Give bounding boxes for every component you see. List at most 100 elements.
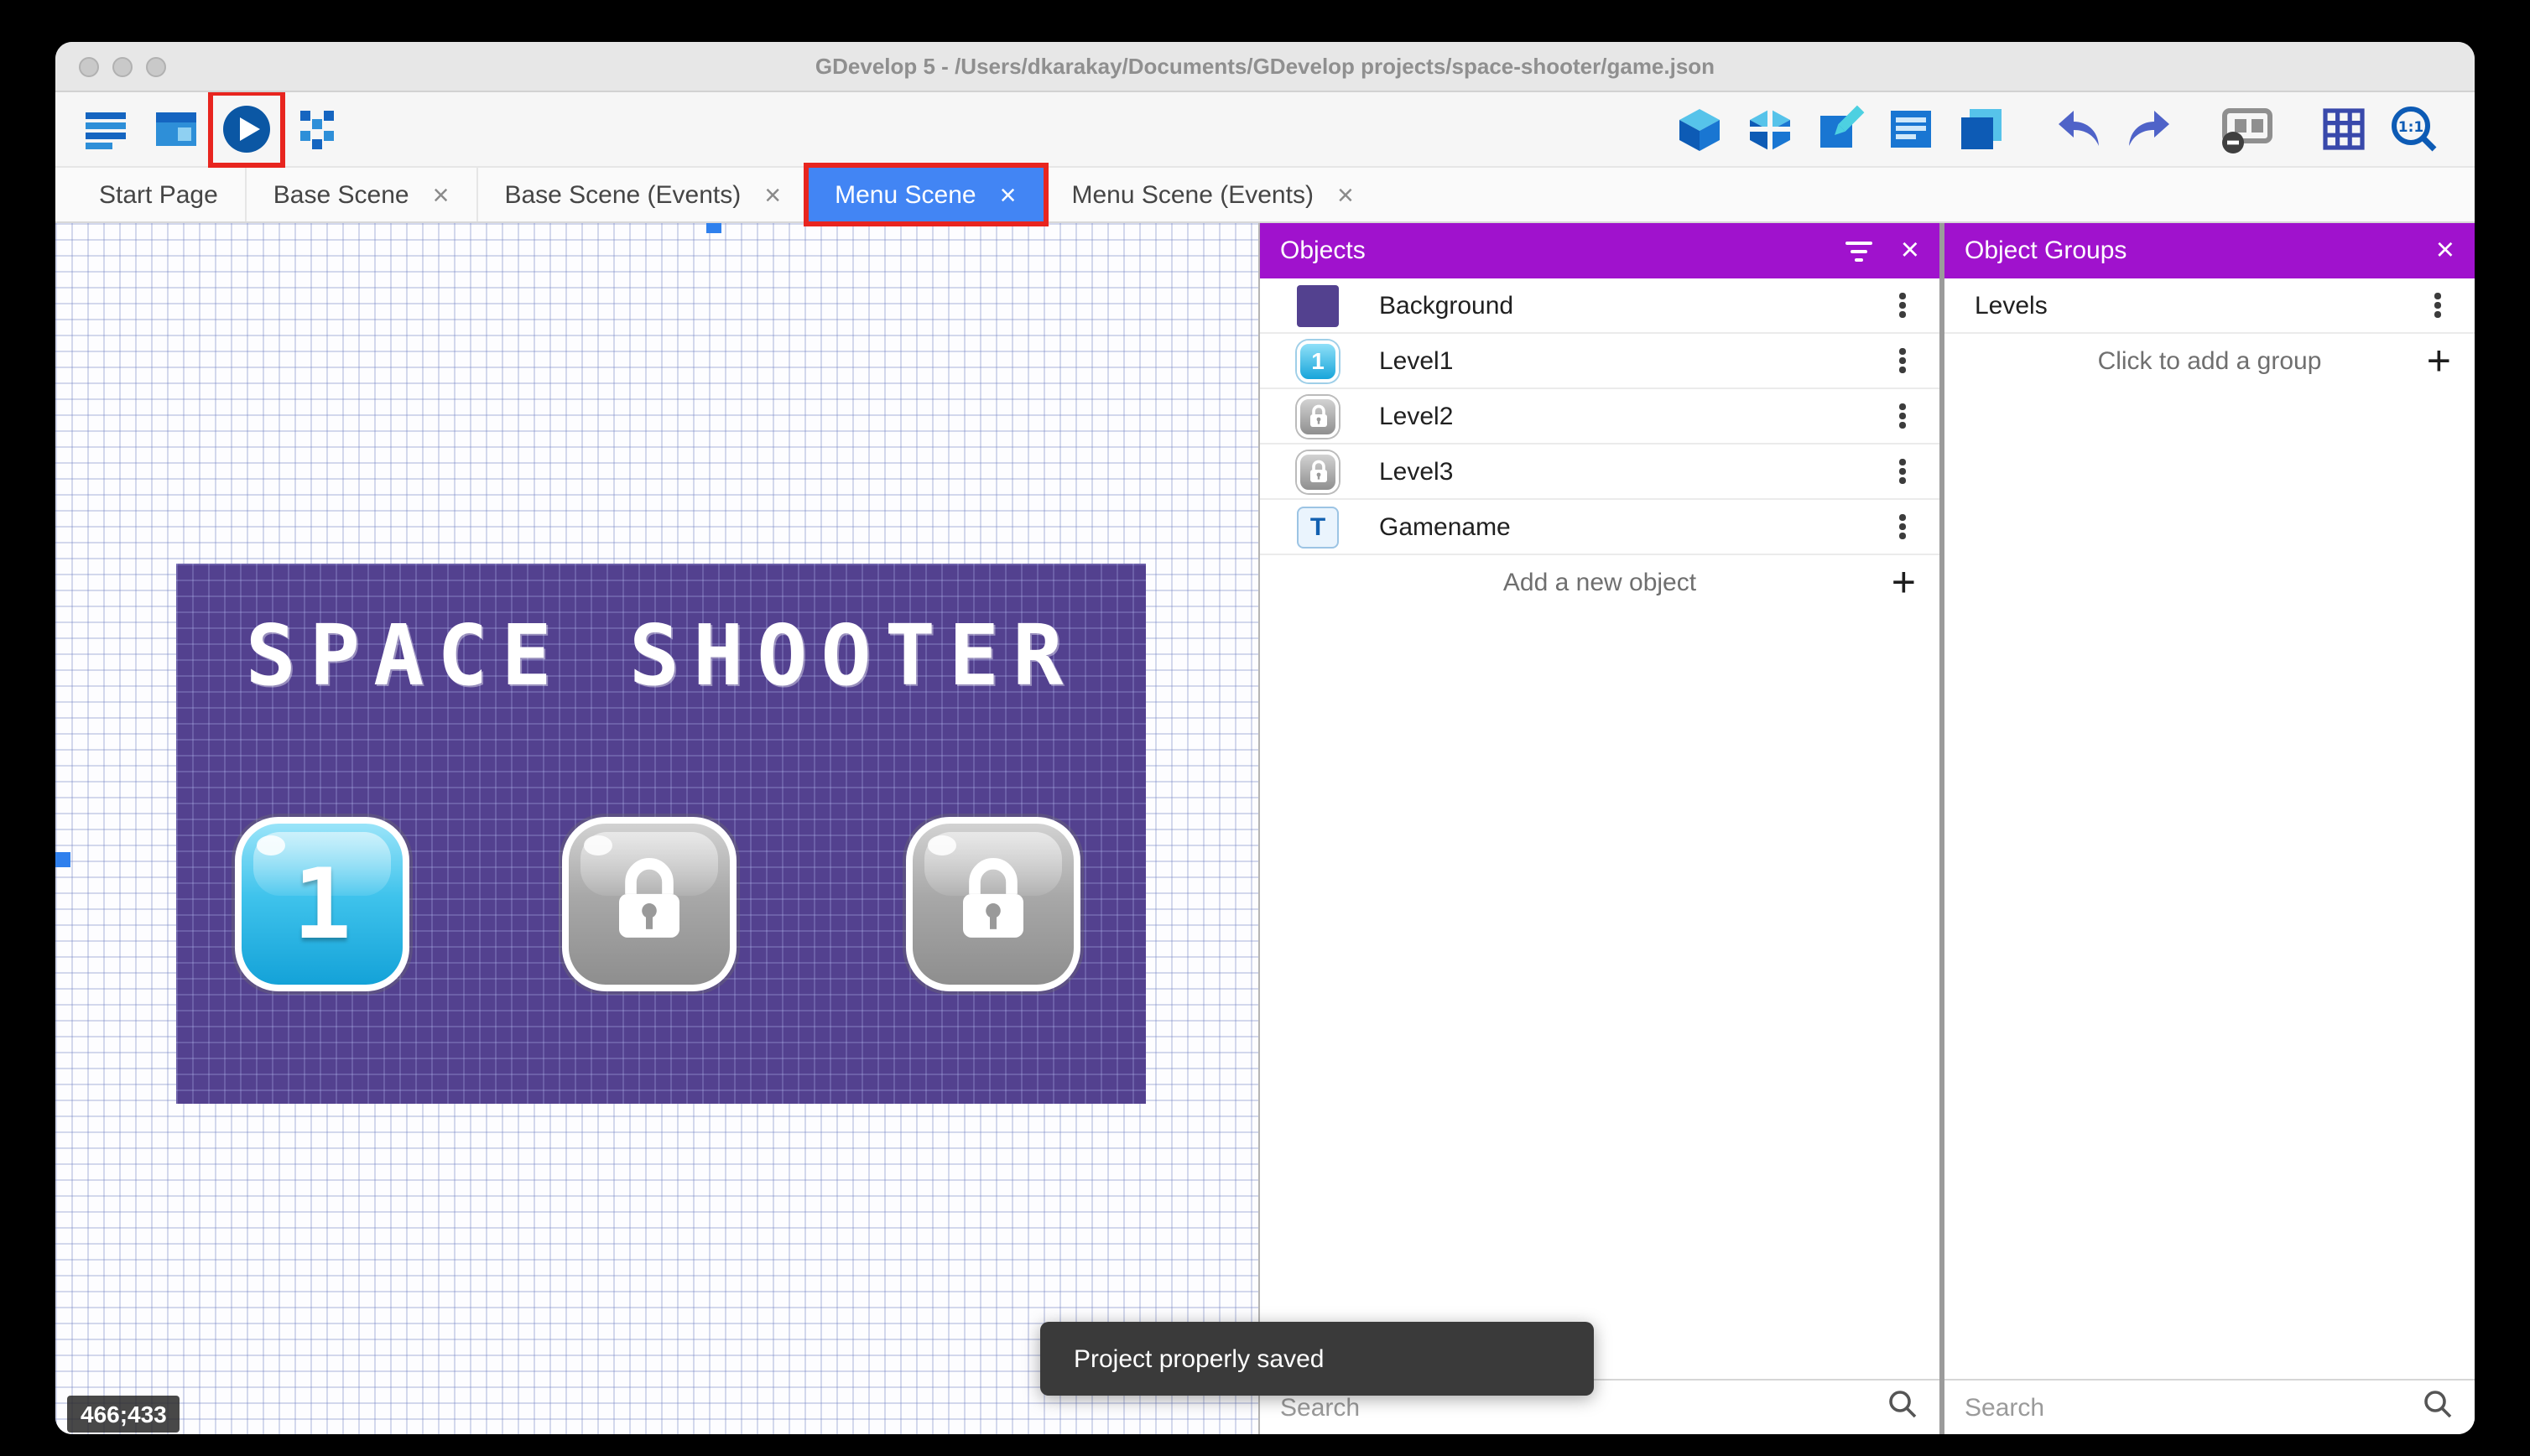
debug-icon[interactable] (287, 99, 347, 159)
object-name: Gamename (1379, 512, 1886, 541)
level3-button-instance[interactable] (906, 817, 1080, 991)
groups-search-bar (1944, 1379, 2475, 1434)
screenshot-stage: GDevelop 5 - /Users/dkarakay/Documents/G… (0, 0, 2530, 1456)
scene-editor-icon[interactable] (146, 99, 206, 159)
tab-base-scene[interactable]: Base Scene × (245, 168, 476, 221)
add-group-button[interactable]: Click to add a group + (1944, 334, 2475, 389)
toolbar: 1:1 (55, 92, 2475, 168)
object-row-gamename[interactable]: T Gamename (1260, 500, 1939, 555)
locked-level-icon (1297, 395, 1339, 437)
objects-panel-icon[interactable] (1669, 99, 1730, 159)
filter-icon[interactable] (1844, 236, 1874, 266)
add-object-button[interactable]: Add a new object + (1260, 555, 1939, 611)
object-row-background[interactable]: Background (1260, 278, 1939, 334)
object-row-level1[interactable]: 1 Level1 (1260, 334, 1939, 389)
properties-panel-icon[interactable] (1810, 99, 1871, 159)
close-icon[interactable]: × (2436, 235, 2455, 267)
panel-title: Objects (1280, 237, 1817, 265)
cursor-coordinates-badge: 466;433 (67, 1396, 180, 1433)
object-groups-panel: Object Groups × Levels Click to add a gr… (1944, 223, 2475, 1434)
lock-icon (951, 857, 1035, 948)
objects-panel: Objects × (1260, 223, 1944, 1434)
group-row-levels[interactable]: Levels (1944, 278, 2475, 334)
gamename-text-instance[interactable]: SPACE SHOOTER (176, 607, 1146, 705)
add-group-label: Click to add a group (2098, 347, 2322, 376)
add-object-label: Add a new object (1503, 569, 1696, 597)
groups-search-input[interactable] (1965, 1393, 2421, 1422)
scene-canvas[interactable]: SPACE SHOOTER 1 (55, 223, 1260, 1434)
zoom-1to1-icon[interactable]: 1:1 (2384, 99, 2444, 159)
gdevelop-window: GDevelop 5 - /Users/dkarakay/Documents/G… (55, 42, 2475, 1434)
level1-object-icon: 1 (1297, 340, 1339, 382)
titlebar: GDevelop 5 - /Users/dkarakay/Documents/G… (55, 42, 2475, 92)
kebab-menu-icon[interactable] (1886, 450, 1919, 493)
tab-label: Start Page (99, 180, 218, 209)
toast-notification: Project properly saved (1040, 1322, 1594, 1396)
redo-icon[interactable] (2119, 99, 2179, 159)
object-name: Level2 (1379, 402, 1886, 430)
close-icon[interactable]: × (1337, 180, 1354, 209)
object-groups-icon[interactable] (1740, 99, 1800, 159)
minimize-window-button[interactable] (112, 56, 133, 76)
object-groups-panel-header: Object Groups × (1944, 223, 2475, 278)
tab-label: Menu Scene (Events) (1071, 180, 1314, 209)
layers-panel-icon[interactable] (1951, 99, 2012, 159)
text-object-icon: T (1297, 506, 1339, 548)
object-name: Background (1379, 291, 1886, 320)
button-highlight (584, 835, 612, 855)
tab-base-scene-events[interactable]: Base Scene (Events) × (476, 168, 808, 221)
locked-level-icon (1297, 450, 1339, 492)
objects-list: Background 1 Level1 (1260, 278, 1939, 1379)
level2-button-instance[interactable] (562, 817, 737, 991)
object-row-level2[interactable]: Level2 (1260, 389, 1939, 445)
search-icon (1886, 1386, 1919, 1428)
tab-start-page[interactable]: Start Page (72, 168, 245, 221)
kebab-menu-icon[interactable] (1886, 505, 1919, 549)
scene-window-top-marker (706, 223, 721, 233)
objects-search-input[interactable] (1280, 1393, 1886, 1422)
lock-icon (607, 857, 691, 948)
grid-icon[interactable] (2314, 99, 2374, 159)
level1-button-instance[interactable]: 1 (235, 817, 409, 991)
window-title: GDevelop 5 - /Users/dkarakay/Documents/G… (55, 54, 2475, 79)
tab-label: Base Scene (273, 180, 409, 209)
preview-window-mask-icon[interactable] (2216, 99, 2277, 159)
background-color-icon (1297, 284, 1339, 326)
search-icon (2421, 1386, 2455, 1428)
object-name: Level3 (1379, 457, 1886, 486)
tab-label: Menu Scene (835, 180, 976, 209)
tab-menu-scene[interactable]: Menu Scene × (808, 168, 1043, 221)
project-manager-icon[interactable] (75, 99, 136, 159)
plus-icon[interactable]: + (1892, 562, 1916, 604)
kebab-menu-icon[interactable] (1886, 394, 1919, 438)
objects-panel-header: Objects × (1260, 223, 1939, 278)
groups-list: Levels Click to add a group + (1944, 278, 2475, 1379)
level-number: 1 (242, 824, 403, 985)
close-icon[interactable]: × (433, 180, 450, 209)
tab-label: Base Scene (Events) (504, 180, 741, 209)
close-icon[interactable]: × (1901, 235, 1919, 267)
tab-menu-scene-events[interactable]: Menu Scene (Events) × (1043, 168, 1380, 221)
main-area: SPACE SHOOTER 1 (55, 223, 2475, 1434)
panel-title: Object Groups (1965, 237, 2409, 265)
close-window-button[interactable] (79, 56, 99, 76)
kebab-menu-icon[interactable] (1886, 339, 1919, 382)
traffic-lights (79, 56, 166, 76)
background-instance[interactable]: SPACE SHOOTER 1 (176, 564, 1146, 1104)
tab-bar: Start Page Base Scene × Base Scene (Even… (55, 168, 2475, 223)
kebab-menu-icon[interactable] (2421, 283, 2455, 327)
maximize-window-button[interactable] (146, 56, 166, 76)
close-icon[interactable]: × (1000, 180, 1017, 209)
scene-window-left-handle (55, 852, 70, 867)
close-icon[interactable]: × (764, 180, 781, 209)
undo-icon[interactable] (2048, 99, 2109, 159)
button-highlight (928, 835, 956, 855)
plus-icon[interactable]: + (2427, 341, 2451, 382)
group-name: Levels (1975, 291, 2421, 320)
toast-message: Project properly saved (1074, 1344, 1325, 1373)
object-row-level3[interactable]: Level3 (1260, 445, 1939, 500)
kebab-menu-icon[interactable] (1886, 283, 1919, 327)
preview-play-button[interactable] (216, 99, 277, 159)
svg-text:1:1: 1:1 (2398, 119, 2423, 136)
instances-list-icon[interactable] (1881, 99, 1941, 159)
